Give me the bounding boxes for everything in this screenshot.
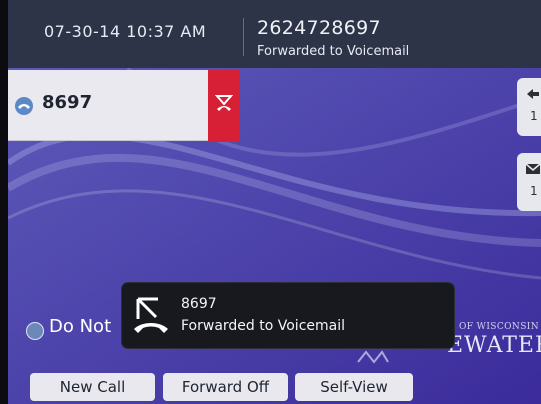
new-call-button[interactable]: New Call	[30, 373, 155, 401]
toast-status: Forwarded to Voicemail	[181, 318, 346, 334]
forward-off-button[interactable]: Forward Off	[163, 373, 288, 401]
missed-call-icon	[214, 95, 234, 111]
caller-number: 2624728697	[257, 17, 381, 39]
voicemail-key[interactable]: 1	[517, 153, 541, 211]
self-view-button[interactable]: Self-View	[295, 373, 413, 401]
line-label: 8697	[42, 92, 93, 113]
call-history-icon	[527, 89, 539, 99]
caller-status: Forwarded to Voicemail	[257, 44, 410, 59]
do-not-disturb-icon	[26, 322, 44, 340]
header-divider	[243, 18, 244, 56]
phone-display-frame: 07-30-14 10:37 AM 2624728697 Forwarded t…	[0, 0, 541, 404]
watermark-top: OF WISCONSIN	[459, 322, 539, 332]
watermark-mark	[357, 350, 389, 364]
call-forward-toast: 8697 Forwarded to Voicemail	[122, 283, 454, 348]
call-forward-icon	[134, 297, 168, 333]
phone-screen: 07-30-14 10:37 AM 2624728697 Forwarded t…	[8, 0, 541, 404]
do-not-disturb-label[interactable]: Do Not	[49, 316, 111, 337]
missed-call-status[interactable]	[208, 70, 240, 142]
date-time: 07-30-14 10:37 AM	[44, 22, 207, 41]
watermark-bottom: EWATER	[447, 333, 541, 358]
call-history-count: 1	[530, 109, 538, 123]
toast-number: 8697	[181, 296, 217, 312]
voicemail-count: 1	[530, 184, 538, 198]
voicemail-icon	[525, 163, 541, 174]
line-key-8697[interactable]: 8697	[8, 70, 208, 141]
status-header: 07-30-14 10:37 AM 2624728697 Forwarded t…	[8, 0, 541, 68]
phone-handset-icon	[15, 97, 33, 115]
call-history-key[interactable]: 1	[517, 78, 541, 136]
